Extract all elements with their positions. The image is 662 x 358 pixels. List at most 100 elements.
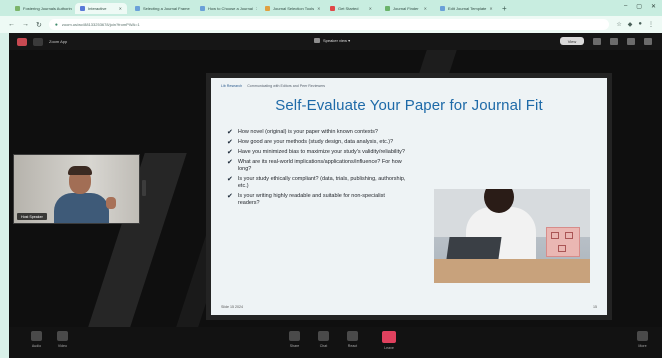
control-label: More (638, 344, 647, 348)
menu-icon[interactable]: ⋮ (648, 21, 654, 28)
bullet-text: Have you minimized bias to maximize your… (237, 149, 405, 155)
video-button[interactable]: Video (57, 331, 68, 348)
browser-tab[interactable]: How to Choose a Journal✕ (195, 3, 257, 14)
speaker-view-label: Speaker view ▾ (323, 38, 351, 43)
favicon-icon (265, 5, 270, 11)
close-tab-icon[interactable]: ✕ (119, 6, 122, 11)
close-tab-icon[interactable]: ✕ (256, 6, 257, 11)
meeting-window: Zoom App Speaker view ▾ View Lib Researc… (9, 33, 662, 358)
react-icon (347, 331, 358, 341)
new-tab-button[interactable]: + (502, 4, 507, 13)
slide-header-text: Communicating with Editors and Peer Revi… (247, 84, 326, 88)
slide-bullet: ✔ How novel (original) is your paper with… (227, 129, 527, 136)
url-input[interactable]: ● zoom.us/wc/88133253678/join?fromPWA=1 (48, 19, 610, 30)
browser-tab[interactable]: Selecting a Journal Frame✕ (130, 3, 192, 14)
slide-org: Lib Research (221, 84, 243, 88)
slide-bullet: ✔ What are its real-world implications/ap… (227, 159, 527, 173)
tab-label: Selecting a Journal Frame (143, 5, 190, 11)
leave-button[interactable]: Leave (382, 331, 396, 350)
checkmark-icon: ✔ (227, 129, 233, 136)
control-label: Video (57, 344, 68, 348)
close-window-button[interactable]: ✕ (651, 3, 656, 10)
leave-icon (382, 331, 396, 343)
checkmark-icon: ✔ (227, 159, 233, 166)
participant-video[interactable]: Host Speaker (13, 154, 140, 224)
browser-tab[interactable]: Journal Selection Tools ✕ (260, 3, 322, 14)
favicon-icon (15, 5, 20, 11)
control-label: Chat (319, 344, 328, 348)
browser-tab[interactable]: Interactive ✕ (75, 2, 127, 14)
grid-icon[interactable] (593, 37, 601, 45)
presentation-slide: Lib Research Communicating with Editors … (211, 78, 607, 315)
slide-footer: Slide 15 2024 (221, 305, 243, 309)
slide-bullet: ✔ How good are your methods (study design… (227, 139, 527, 146)
close-tab-icon[interactable]: ✕ (489, 6, 492, 11)
meeting-controls-bar: Audio Video Share Chat React Leave More (9, 327, 662, 358)
top-right-controls: View (560, 37, 652, 45)
checkmark-icon: ✔ (227, 193, 233, 200)
checkmark-icon: ✔ (227, 176, 233, 183)
browser-tab[interactable]: Get Started ✕ (325, 3, 377, 14)
settings-icon[interactable] (644, 37, 652, 45)
close-tab-icon[interactable]: ✕ (369, 6, 372, 11)
favicon-icon (330, 5, 335, 11)
tab-label: Journal Selection Tools (273, 5, 315, 11)
favicon-icon (200, 5, 205, 11)
browser-tab[interactable]: Fostering Journals Authoring Guide✕ (10, 3, 72, 14)
bullet-text: What are its real-world implications/app… (237, 159, 402, 172)
bullet-text: Is your writing highly readable and suit… (237, 193, 385, 206)
collapse-video-handle[interactable] (142, 180, 146, 196)
more-icon (637, 331, 648, 341)
maximize-button[interactable]: ▢ (636, 3, 642, 10)
tab-label: Edit Journal Template (448, 5, 487, 11)
back-icon[interactable]: ← (8, 21, 15, 28)
profile-icon[interactable]: ● (638, 21, 642, 28)
audio-button[interactable]: Audio (31, 331, 42, 348)
checkmark-icon: ✔ (227, 139, 233, 146)
favicon-icon (135, 5, 140, 11)
control-label: Share (289, 344, 300, 348)
close-tab-icon[interactable]: ✕ (424, 6, 427, 11)
view-button[interactable]: View (560, 37, 584, 45)
checkmark-icon: ✔ (227, 149, 233, 156)
participants-icon[interactable] (627, 37, 635, 45)
chat-icon (318, 331, 329, 341)
extensions-icon[interactable]: ◆ (628, 21, 633, 28)
chat-button[interactable]: Chat (318, 331, 329, 348)
info-icon[interactable] (33, 37, 43, 46)
slide-header: Lib Research Communicating with Editors … (221, 84, 325, 88)
speaker-view-menu[interactable]: Speaker view ▾ (314, 38, 350, 43)
share-button[interactable]: Share (289, 331, 300, 348)
fullscreen-icon[interactable] (610, 37, 618, 45)
slide-photo (434, 189, 590, 283)
slide-bullet: ✔ Have you minimized bias to maximize you… (227, 149, 527, 156)
minimize-button[interactable]: – (624, 3, 627, 10)
forward-icon[interactable]: → (22, 21, 29, 28)
tab-strip: Fostering Journals Authoring Guide✕Inter… (10, 2, 497, 14)
favicon-icon (385, 5, 390, 11)
slide-page-number: 15 (593, 305, 597, 309)
react-button[interactable]: React (347, 331, 358, 348)
slide-bullet: ✔ Is your study ethically compliant? (dat… (227, 176, 527, 190)
tab-label: Get Started (338, 5, 359, 11)
bullet-text: How novel (original) is your paper withi… (237, 129, 378, 135)
video-icon (57, 331, 68, 341)
share-icon (289, 331, 300, 341)
more-button[interactable]: More (637, 331, 648, 348)
tab-label: Interactive (88, 5, 107, 11)
browser-tab[interactable]: Journal Finder ✕ (380, 3, 432, 14)
url-text: zoom.us/wc/88133253678/join?fromPWA=1 (61, 22, 140, 27)
control-label: Leave (384, 346, 394, 350)
tab-label: Journal Finder (393, 5, 419, 11)
view-icon (314, 38, 320, 43)
recording-icon[interactable] (17, 37, 27, 46)
audio-icon (31, 331, 42, 341)
browser-tab[interactable]: Edit Journal Template ✕ (435, 3, 497, 14)
view-label[interactable]: Zoom App (49, 39, 67, 44)
star-icon[interactable]: ☆ (616, 21, 621, 28)
close-tab-icon[interactable]: ✕ (317, 6, 320, 11)
address-bar-row: ← → ↻ ● zoom.us/wc/88133253678/join?from… (0, 16, 662, 33)
reload-icon[interactable]: ↻ (36, 21, 42, 29)
meeting-top-bar: Zoom App Speaker view ▾ View (9, 33, 662, 50)
slide-title: Self-Evaluate Your Paper for Journal Fit (275, 97, 543, 114)
